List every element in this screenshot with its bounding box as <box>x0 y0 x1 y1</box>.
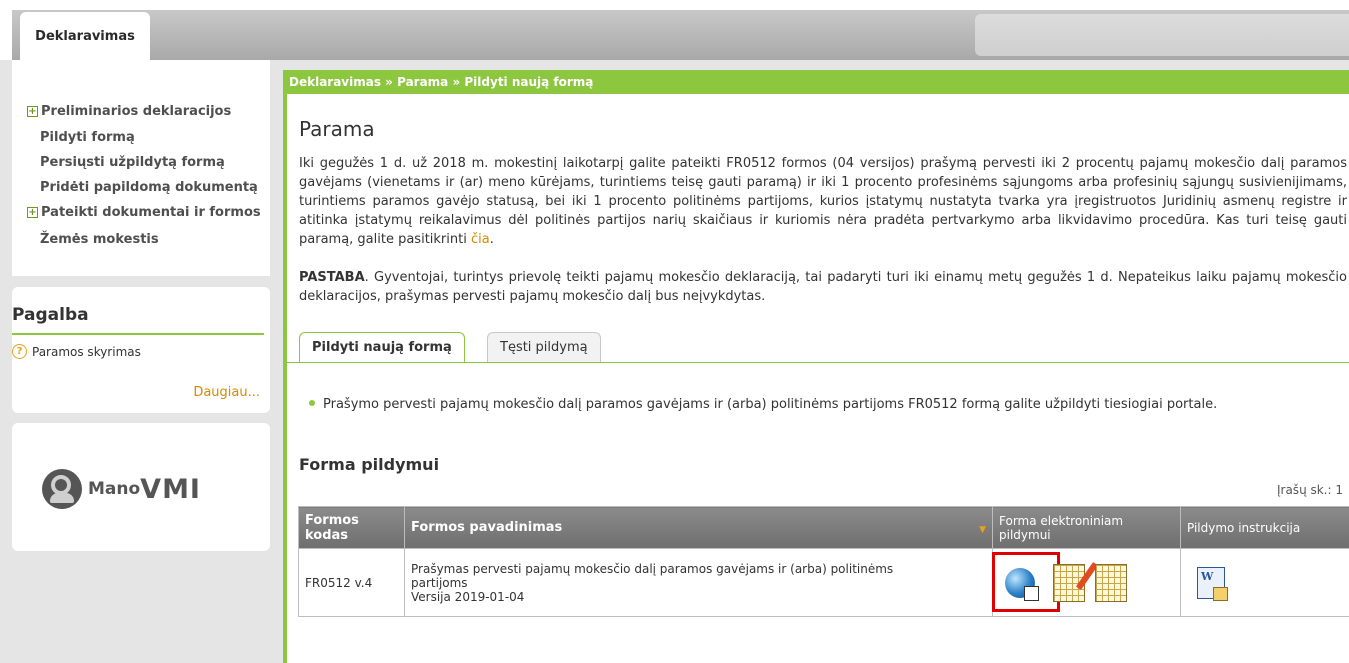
sort-arrow-icon[interactable]: ▼ <box>979 525 986 535</box>
globe-edit-icon[interactable] <box>1005 567 1039 601</box>
bullet-icon <box>309 400 315 406</box>
help-panel: Pagalba ? Paramos skyrimas Daugiau... <box>12 287 270 413</box>
cia-link[interactable]: čia <box>471 232 490 247</box>
sidebar-item-prideti[interactable]: Pridėti papildomą dokumentą <box>40 180 258 195</box>
cell-code: FR0512 v.4 <box>298 548 405 617</box>
tab-testi-pildyma[interactable]: Tęsti pildymą <box>487 332 601 362</box>
col-header-electronic[interactable]: Forma elektroniniam pildymui <box>992 506 1181 549</box>
intro-paragraph: Iki gegužės 1 d. už 2018 m. mokestinį la… <box>299 156 1347 247</box>
help-divider <box>12 333 264 335</box>
col-header-name[interactable]: Formos pavadinimas ▼ <box>404 506 993 549</box>
sheet-edit-icon[interactable] <box>1053 561 1099 602</box>
user-circle-icon <box>42 469 82 509</box>
help-more-link[interactable]: Daugiau... <box>193 385 260 400</box>
sidebar-nav: + Preliminarios deklaracijos Pildyti form… <box>12 60 270 276</box>
note-paragraph: PASTABA. Gyventojai, turintys prievolę t… <box>299 270 1347 304</box>
plus-expand-icon[interactable]: + <box>27 207 38 218</box>
top-bar-search-area[interactable] <box>975 14 1349 56</box>
sidebar-item-pildyti[interactable]: Pildyti formą <box>40 130 135 145</box>
mano-vmi-logo[interactable]: Mano VMI <box>42 469 201 509</box>
plus-expand-icon[interactable]: + <box>27 106 38 117</box>
col-header-code[interactable]: Formos kodas <box>298 506 405 549</box>
help-link-paramos[interactable]: ? Paramos skyrimas <box>12 344 141 359</box>
table-row: FR0512 v.4 Prašymas pervesti pajamų moke… <box>298 548 1349 617</box>
tab-deklaravimas[interactable]: Deklaravimas <box>20 12 150 60</box>
info-bullet: Prašymo pervesti pajamų mokesčio dalį pa… <box>309 397 1217 412</box>
cell-instructions <box>1180 548 1349 617</box>
section-title: Forma pildymui <box>299 455 440 474</box>
record-count: Įrašų sk.: 1 <box>1276 483 1343 497</box>
help-title: Pagalba <box>12 305 89 325</box>
cell-name: Prašymas pervesti pajamų mokesčio dalį p… <box>404 548 993 617</box>
tab-pildyti-nauja[interactable]: Pildyti naują formą <box>299 332 465 363</box>
sidebar-item-pateikti[interactable]: + Pateikti dokumentai ir formos <box>27 205 261 220</box>
sidebar-item-persiusti[interactable]: Persiųsti užpildytą formą <box>40 155 225 170</box>
cell-electronic-form <box>992 548 1181 617</box>
sidebar-item-preliminarios[interactable]: + Preliminarios deklaracijos <box>27 104 231 119</box>
col-header-instructions[interactable]: Pildymo instrukcija <box>1180 506 1349 549</box>
page-title: Parama <box>299 117 375 141</box>
tabs-divider <box>287 362 1349 363</box>
sidebar-item-zemes[interactable]: Žemės mokestis <box>40 232 159 247</box>
help-question-icon: ? <box>12 344 27 359</box>
word-doc-icon[interactable] <box>1197 566 1228 601</box>
logo-panel: Mano VMI <box>12 423 270 551</box>
table-header-row: Formos kodas Formos pavadinimas ▼ Forma e… <box>298 506 1349 549</box>
forms-table: Formos kodas Formos pavadinimas ▼ Forma e… <box>298 506 1349 617</box>
sheet-icon[interactable] <box>1095 563 1127 602</box>
top-bar: Deklaravimas <box>0 0 1349 60</box>
breadcrumb: Deklaravimas » Parama » Pildyti naują fo… <box>287 70 1349 94</box>
main-content: Deklaravimas » Parama » Pildyti naują fo… <box>283 70 1349 663</box>
